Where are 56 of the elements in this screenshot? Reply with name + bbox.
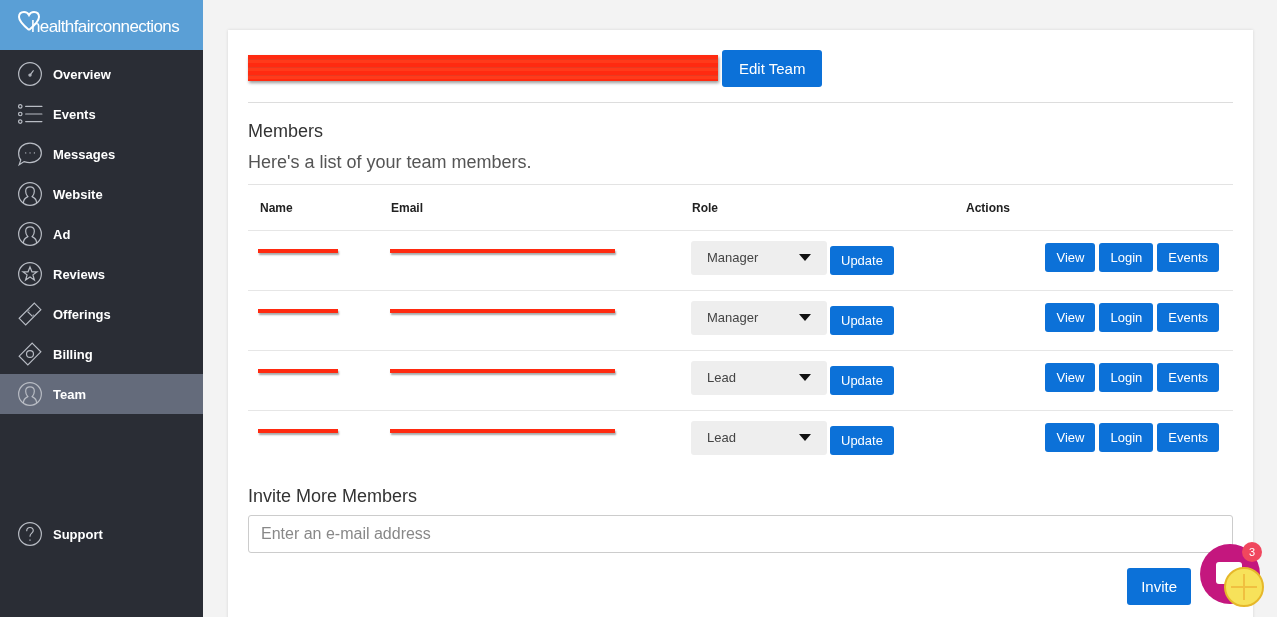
person-icon xyxy=(17,221,43,247)
login-button[interactable]: Login xyxy=(1099,303,1154,332)
column-header: Name xyxy=(248,185,390,231)
view-button[interactable]: View xyxy=(1045,303,1096,332)
update-button[interactable]: Update xyxy=(830,426,894,455)
column-header: Actions xyxy=(965,185,1233,231)
section-heading: Invite More Members xyxy=(248,486,419,507)
speech-bubble-icon xyxy=(17,141,43,167)
events-button[interactable]: Events xyxy=(1157,243,1219,272)
chat-widget-icon[interactable] xyxy=(1200,544,1266,610)
nav-item[interactable]: Support xyxy=(0,514,203,554)
invite-button[interactable]: Invite xyxy=(1127,568,1191,605)
login-button[interactable]: Login xyxy=(1099,423,1154,452)
edit-team-button[interactable]: Edit Team xyxy=(722,49,823,87)
column-header: Role xyxy=(691,185,965,231)
caret-icon xyxy=(799,434,811,441)
caret-icon xyxy=(799,314,811,321)
login-button[interactable]: Login xyxy=(1099,363,1154,392)
nav-item[interactable]: Website xyxy=(0,174,203,214)
gauge-icon xyxy=(17,61,43,87)
notification-badge: 3 xyxy=(1242,542,1262,562)
help-icon xyxy=(17,521,43,547)
role-dropdown[interactable]: Manager xyxy=(691,300,827,335)
view-button[interactable]: View xyxy=(1045,423,1096,452)
events-button[interactable]: Events xyxy=(1157,303,1219,332)
nav-item[interactable]: Team xyxy=(0,374,203,414)
nav-item[interactable]: Offerings xyxy=(0,294,203,334)
nav-item[interactable]: Billing xyxy=(0,334,203,374)
view-button[interactable]: View xyxy=(1045,243,1096,272)
column-header: Email xyxy=(390,185,691,231)
role-dropdown[interactable]: Manager xyxy=(691,240,827,275)
nav-item[interactable]: Messages xyxy=(0,134,203,174)
update-button[interactable]: Update xyxy=(830,246,894,275)
events-button[interactable]: Events xyxy=(1157,423,1219,452)
person-icon xyxy=(17,181,43,207)
view-button[interactable]: View xyxy=(1045,363,1096,392)
logo-text: healthfairconnections xyxy=(31,17,180,37)
update-button[interactable]: Update xyxy=(830,306,894,335)
section-subtitle: Here's a list of your team members. xyxy=(248,152,1233,185)
section-heading: Members xyxy=(248,121,324,142)
update-button[interactable]: Update xyxy=(830,366,894,395)
ticket-icon xyxy=(17,301,43,327)
person-icon xyxy=(17,381,43,407)
events-button[interactable]: Events xyxy=(1157,363,1219,392)
role-dropdown[interactable]: Lead xyxy=(691,420,827,455)
banknote-icon xyxy=(17,341,43,367)
caret-icon xyxy=(799,374,811,381)
login-button[interactable]: Login xyxy=(1099,243,1154,272)
nav-item[interactable]: Overview xyxy=(0,54,203,94)
nav-item[interactable]: Reviews xyxy=(0,254,203,294)
nav-item[interactable]: Ad xyxy=(0,214,203,254)
list-icon xyxy=(17,101,43,127)
caret-icon xyxy=(799,254,811,261)
role-dropdown[interactable]: Lead xyxy=(691,360,827,395)
email-field[interactable]: Enter an e-mail address xyxy=(248,515,1233,553)
nav-item[interactable]: Events xyxy=(0,94,203,134)
